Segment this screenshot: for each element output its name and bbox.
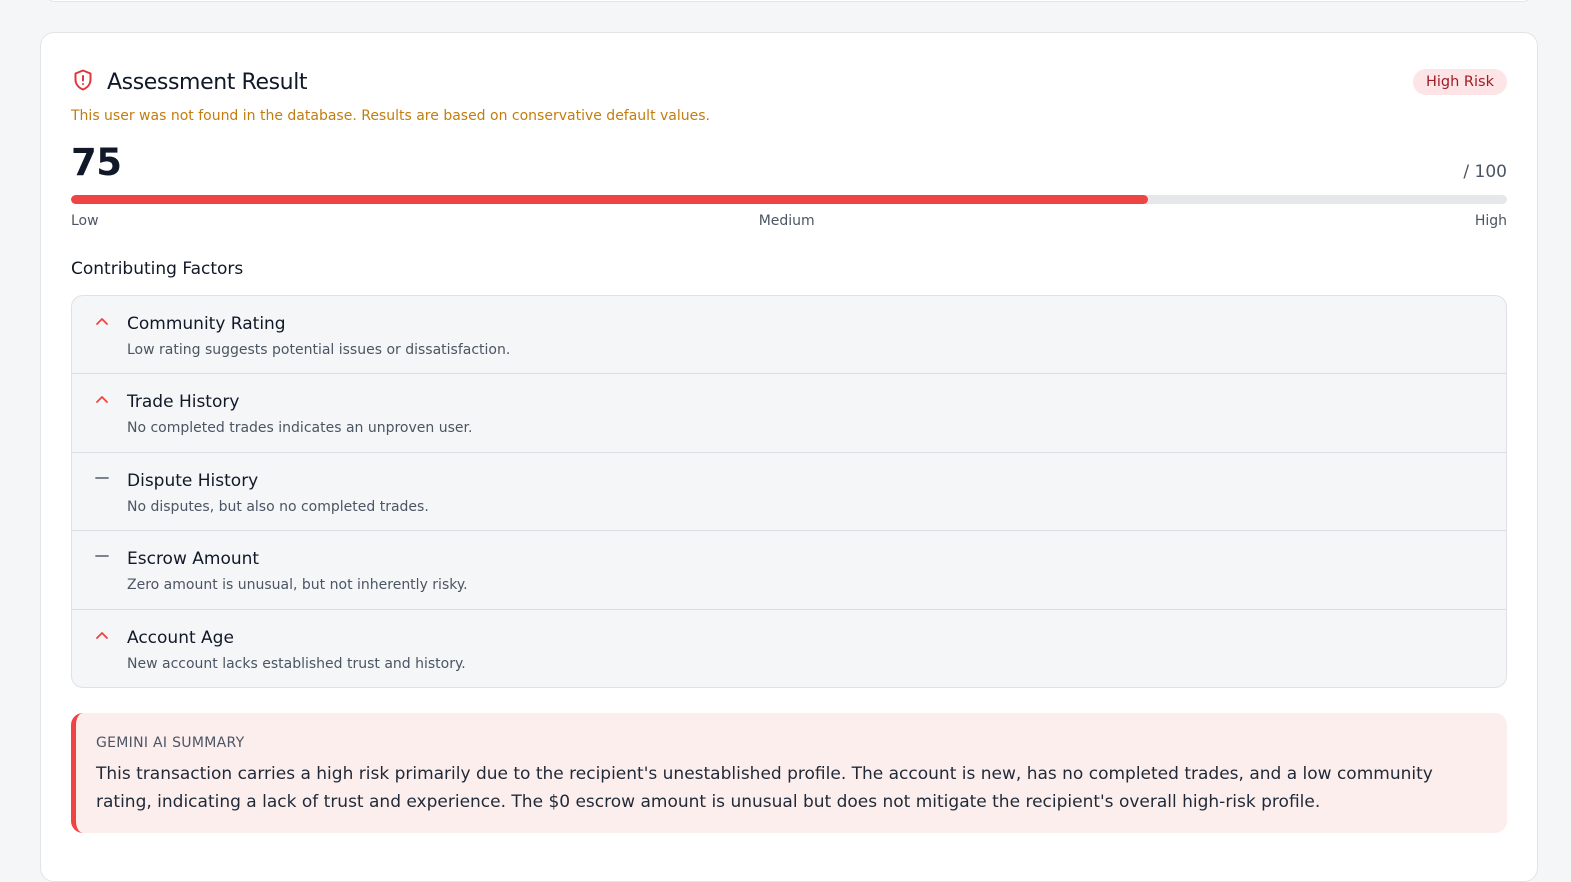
factor-description: Zero amount is unusual, but not inherent… bbox=[127, 577, 468, 594]
factor-name: Trade History bbox=[127, 392, 240, 413]
factor-name: Escrow Amount bbox=[127, 549, 260, 570]
factor-item-dispute-history: Dispute History No disputes, but also no… bbox=[72, 453, 1506, 532]
factor-item-trade-history: Trade History No completed trades indica… bbox=[72, 374, 1506, 453]
factor-description: Low rating suggests potential issues or … bbox=[127, 342, 511, 358]
factor-item-community-rating: Community Rating Low rating suggests pot… bbox=[72, 296, 1506, 375]
factor-name: Community Rating bbox=[127, 314, 286, 334]
shield-alert-icon bbox=[71, 68, 95, 96]
chevron-up-icon bbox=[94, 628, 110, 642]
ai-summary-panel: GEMINI AI SUMMARY This transaction carri… bbox=[71, 713, 1507, 833]
scale-high-label: High bbox=[1474, 213, 1507, 229]
chevron-up-icon bbox=[94, 314, 110, 328]
factor-item-escrow-amount: Escrow Amount Zero amount is unusual, bu… bbox=[72, 531, 1506, 610]
assessment-header: Assessment Result High Risk bbox=[71, 67, 1507, 97]
factor-description: No disputes, but also no completed trade… bbox=[127, 498, 429, 515]
contributing-factors-heading: Contributing Factors bbox=[71, 259, 244, 279]
risk-level-badge: High Risk bbox=[1413, 69, 1507, 95]
factor-name: Dispute History bbox=[127, 470, 259, 491]
risk-score-value: 75 bbox=[71, 141, 122, 184]
ai-summary-label: GEMINI AI SUMMARY bbox=[96, 735, 245, 751]
factor-description: No completed trades indicates an unprove… bbox=[127, 420, 473, 437]
assessment-card: Assessment Result High Risk This user wa… bbox=[40, 32, 1538, 882]
risk-scale-labels: Low Medium High bbox=[71, 213, 1507, 229]
risk-score-max: / 100 bbox=[1463, 162, 1507, 182]
risk-score-bar-fill bbox=[71, 195, 1148, 204]
chevron-up-icon bbox=[94, 392, 110, 406]
factor-description: New account lacks established trust and … bbox=[127, 655, 466, 672]
risk-score-bar bbox=[71, 195, 1507, 204]
scale-medium-label: Medium bbox=[758, 213, 815, 229]
title-group: Assessment Result bbox=[71, 68, 308, 96]
factor-item-account-age: Account Age New account lacks establishe… bbox=[72, 610, 1506, 687]
minus-icon bbox=[94, 549, 110, 563]
minus-icon bbox=[94, 471, 110, 485]
previous-card bbox=[44, 0, 1534, 2]
factor-name: Account Age bbox=[127, 627, 234, 648]
assessment-title: Assessment Result bbox=[107, 69, 308, 95]
not-found-notice: This user was not found in the database.… bbox=[71, 108, 710, 124]
ai-summary-text: This transaction carries a high risk pri… bbox=[96, 764, 1433, 812]
scale-low-label: Low bbox=[71, 213, 99, 229]
contributing-factors-list: Community Rating Low rating suggests pot… bbox=[71, 295, 1507, 688]
